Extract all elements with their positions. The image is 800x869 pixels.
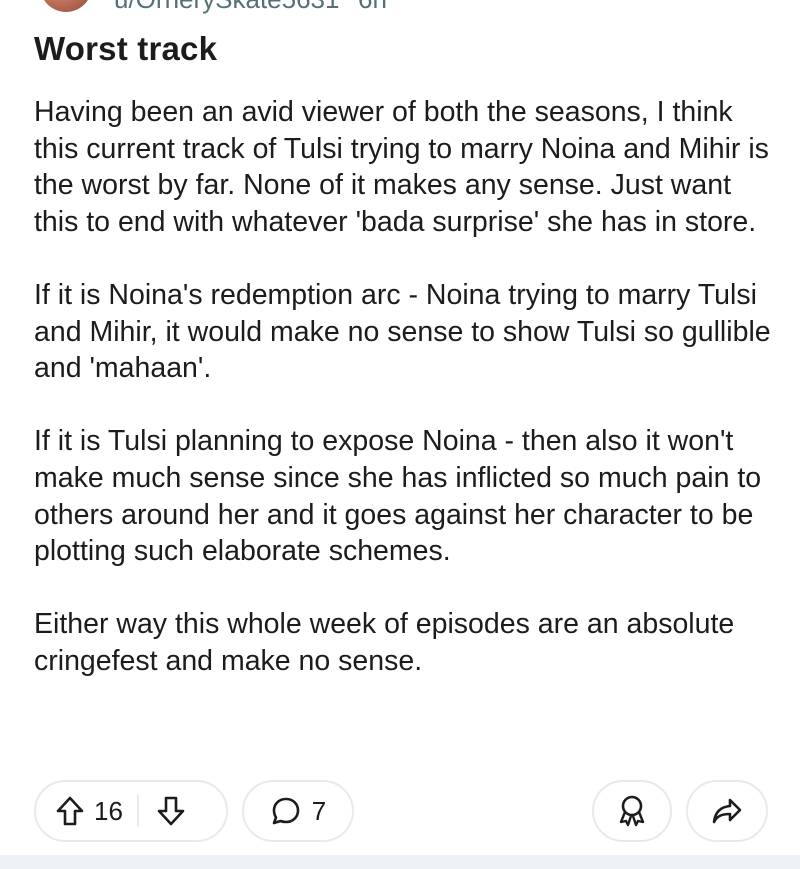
post-paragraph: Having been an avid viewer of both the s…: [34, 96, 769, 238]
award-icon: [617, 794, 647, 828]
upvote-count: 16: [94, 795, 123, 826]
bottom-separator: [0, 855, 800, 869]
vote-control: 16: [34, 780, 228, 842]
post-title: Worst track: [34, 30, 218, 67]
post-paragraph: If it is Noina's redemption arc - Noina …: [34, 278, 771, 385]
post-author[interactable]: u/OrnerySkate5631: [114, 0, 339, 15]
comment-count: 7: [311, 795, 327, 826]
post-body: Having been an avid viewer of both the s…: [34, 94, 774, 716]
comments-button[interactable]: 7: [242, 780, 354, 842]
post-action-bar: 16 7: [34, 780, 768, 844]
avatar[interactable]: [40, 0, 92, 12]
share-button[interactable]: [686, 780, 768, 842]
post-age: 6h: [358, 0, 387, 15]
share-arrow-icon: [711, 796, 743, 826]
vote-divider: [136, 795, 139, 827]
post-paragraph: Either way this whole week of episodes a…: [34, 608, 735, 677]
post-detail: u/OrnerySkate5631 6h Worst track Having …: [0, 0, 800, 869]
comment-bubble-icon: [270, 795, 302, 827]
upvote-arrow-icon[interactable]: [56, 796, 84, 826]
post-paragraph: If it is Tulsi planning to expose Noina …: [34, 425, 762, 568]
award-button[interactable]: [592, 780, 672, 842]
downvote-arrow-icon[interactable]: [157, 796, 185, 826]
